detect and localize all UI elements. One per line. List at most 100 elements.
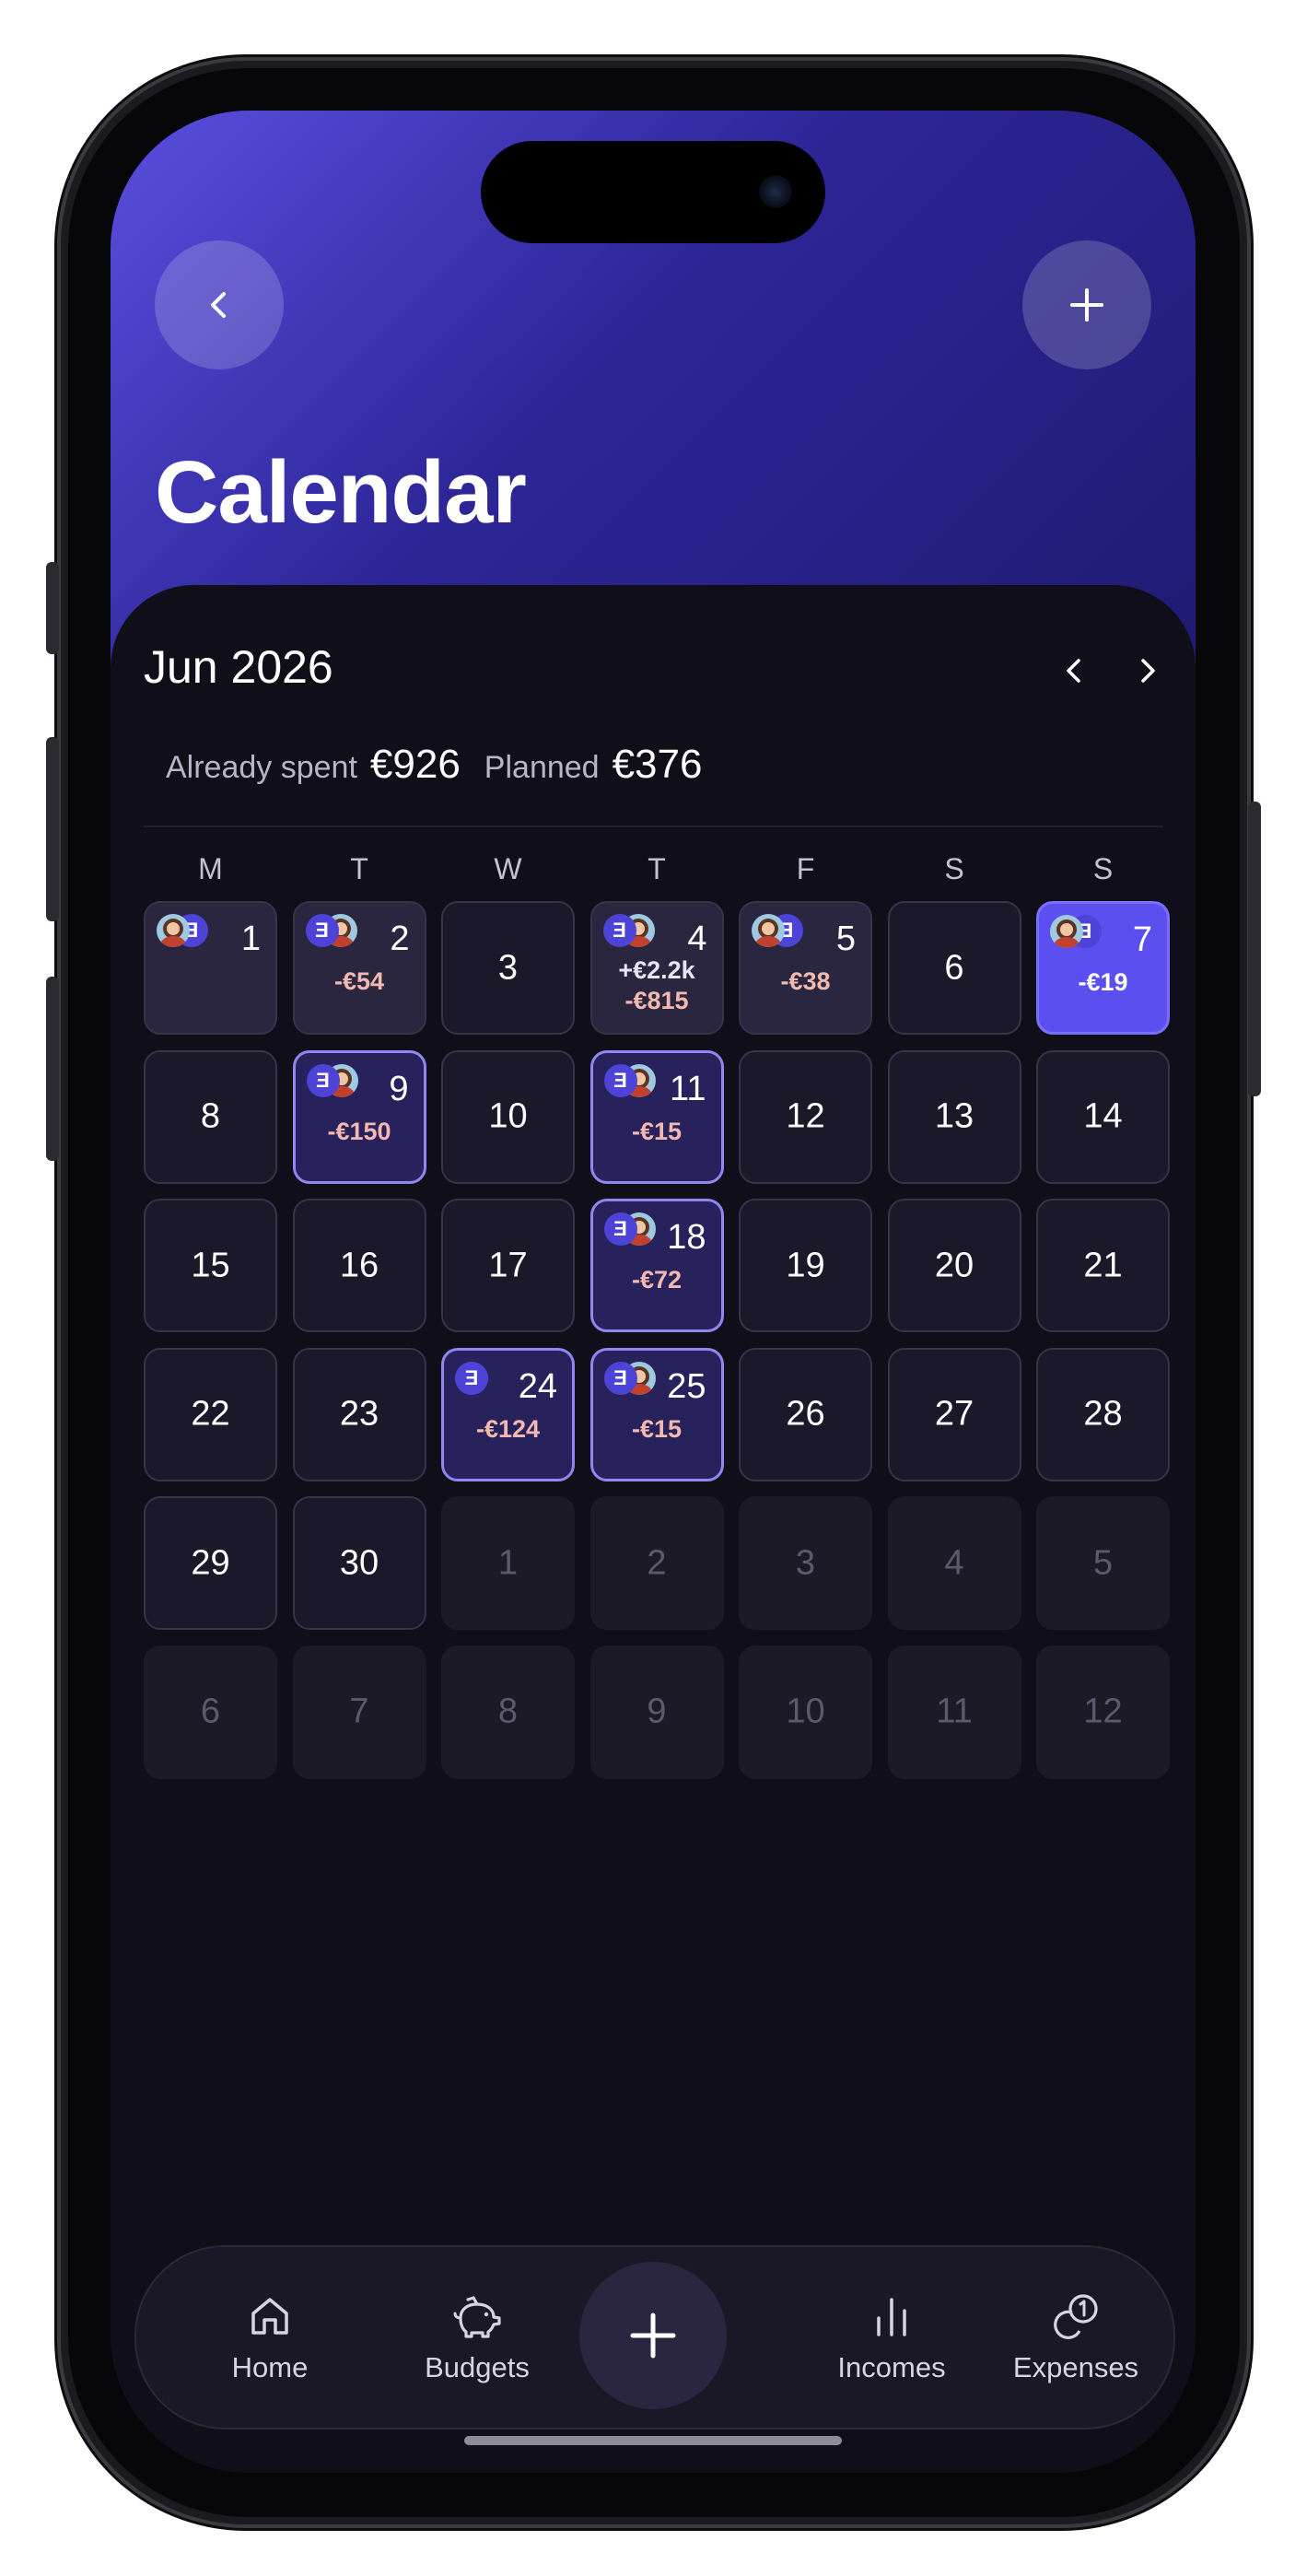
day-cell[interactable]: 8 [441,1645,575,1779]
day-number: 3 [497,948,519,987]
day-cell[interactable]: 20 [887,1199,1021,1332]
day-cell[interactable]: 3 [739,1496,872,1630]
day-number: 9 [647,1692,667,1731]
next-month-button[interactable] [1120,643,1175,698]
tab-expenses[interactable]: Expenses [993,2247,1159,2428]
day-amount: -€150 [327,1117,391,1145]
day-number: 22 [191,1394,230,1434]
day-cell[interactable]: 19 [739,1199,872,1332]
avatar-stack: Ǝ [603,1212,669,1249]
avatar-stack: Ǝ [305,914,370,951]
day-cell[interactable]: 13 [887,1049,1021,1184]
day-cell[interactable]: Ǝ 18 -€72 [589,1199,724,1332]
day-cell[interactable]: Ǝ 24 -€124 [441,1347,575,1481]
day-cell[interactable]: 12 [739,1049,872,1184]
back-button[interactable] [155,240,284,369]
chevron-left-icon [211,292,226,318]
day-number: 14 [1083,1096,1123,1136]
prev-month-button[interactable] [1046,643,1102,698]
volume-down-button [46,977,59,1161]
day-number: 17 [488,1246,528,1284]
day-number: 5 [835,919,856,958]
day-cell[interactable]: 10 [441,1049,575,1184]
day-cell[interactable]: 30 [292,1496,426,1630]
plus-icon [630,2313,676,2359]
tab-home[interactable]: Home [192,2247,348,2428]
tab-incomes[interactable]: Incomes [799,2247,984,2428]
day-number: 27 [934,1394,974,1434]
action-button [46,562,59,654]
plus-icon [1070,288,1103,322]
weekday-label: T [350,852,368,885]
day-cell[interactable]: 10 [739,1645,872,1779]
day-cell[interactable]: 3 [441,901,575,1035]
power-button [1248,802,1261,1096]
day-amount: -€15 [631,1414,683,1443]
day-cell[interactable]: 28 [1036,1347,1170,1481]
tab-incomes-label: Incomes [837,2351,946,2383]
day-cell[interactable]: 7 [292,1645,426,1779]
month-label: Jun 2026 [144,641,333,693]
day-cell[interactable]: 14 [1036,1049,1170,1184]
day-cell[interactable]: Ǝ 2 -€54 [292,901,426,1035]
day-number: 20 [934,1246,974,1284]
chevron-right-icon [1141,659,1155,683]
add-button[interactable] [1022,240,1151,369]
day-amount: -€19 [1078,968,1128,996]
day-number: 1 [497,1543,519,1582]
day-number: 24 [518,1366,557,1406]
bar-chart-icon [877,2298,906,2336]
day-cell[interactable]: Ǝ 11 -€15 [589,1049,724,1184]
day-cell[interactable]: 6 [144,1645,277,1779]
chevron-left-icon [1067,659,1080,683]
divider [144,825,1162,827]
day-cell[interactable]: 1 [441,1496,575,1630]
day-cell[interactable]: 29 [144,1496,277,1630]
day-cell[interactable]: 22 [144,1347,277,1481]
day-number: 5 [1092,1543,1114,1582]
day-number: 13 [934,1096,974,1136]
day-cell[interactable]: 27 [887,1347,1021,1481]
planned-value: €376 [612,742,703,787]
day-cell[interactable]: 17 [441,1199,575,1332]
day-number: 6 [200,1692,221,1731]
day-amount: -€15 [631,1117,683,1145]
day-cell[interactable]: 5 [1036,1496,1170,1630]
day-cell[interactable]: 23 [292,1347,426,1481]
day-cell[interactable]: 8 [144,1049,277,1184]
weekday-label: W [494,852,522,885]
day-cell[interactable]: 9 [589,1645,724,1779]
day-number: 3 [795,1543,816,1582]
person-avatar [1050,915,1083,948]
day-cell[interactable]: 16 [292,1199,426,1332]
day-cell[interactable]: 15 [144,1199,277,1332]
add-transaction-button[interactable] [579,2262,727,2409]
tab-budgets[interactable]: Budgets [385,2247,569,2428]
spending-summary: Already spent €926 Planned €376 [166,742,726,788]
day-cell[interactable]: Ǝ 7 -€19 [1036,901,1170,1035]
day-cell[interactable]: Ǝ 25 -€15 [589,1347,724,1481]
day-cell[interactable]: Ǝ 5 -€38 [739,901,872,1035]
day-cell[interactable]: 12 [1036,1645,1170,1779]
day-number: 7 [349,1692,369,1731]
day-cell[interactable]: 2 [589,1496,724,1630]
day-number: 30 [339,1543,379,1582]
planned-label: Planned [484,750,600,785]
day-amount: -€124 [475,1414,541,1443]
day-cell[interactable]: 26 [739,1347,872,1481]
day-cell[interactable]: Ǝ 4 +€2.2k -€815 [589,901,724,1035]
day-amount: +€2.2k [618,956,695,984]
day-cell[interactable]: Ǝ1 [144,901,277,1035]
day-number: 10 [488,1096,528,1136]
day-cell[interactable]: 21 [1036,1199,1170,1332]
day-cell[interactable]: 11 [887,1645,1021,1779]
day-cell[interactable]: Ǝ 9 -€150 [292,1049,426,1184]
day-number: 1 [240,919,261,958]
person-avatar [157,914,190,947]
bank-avatar-icon: Ǝ [602,914,636,947]
day-cell[interactable]: 4 [887,1496,1021,1630]
day-cell[interactable]: 6 [887,901,1021,1035]
weekday-label: S [944,852,964,885]
day-number: 11 [670,1069,706,1108]
bank-avatar-icon: Ǝ [603,1212,637,1246]
